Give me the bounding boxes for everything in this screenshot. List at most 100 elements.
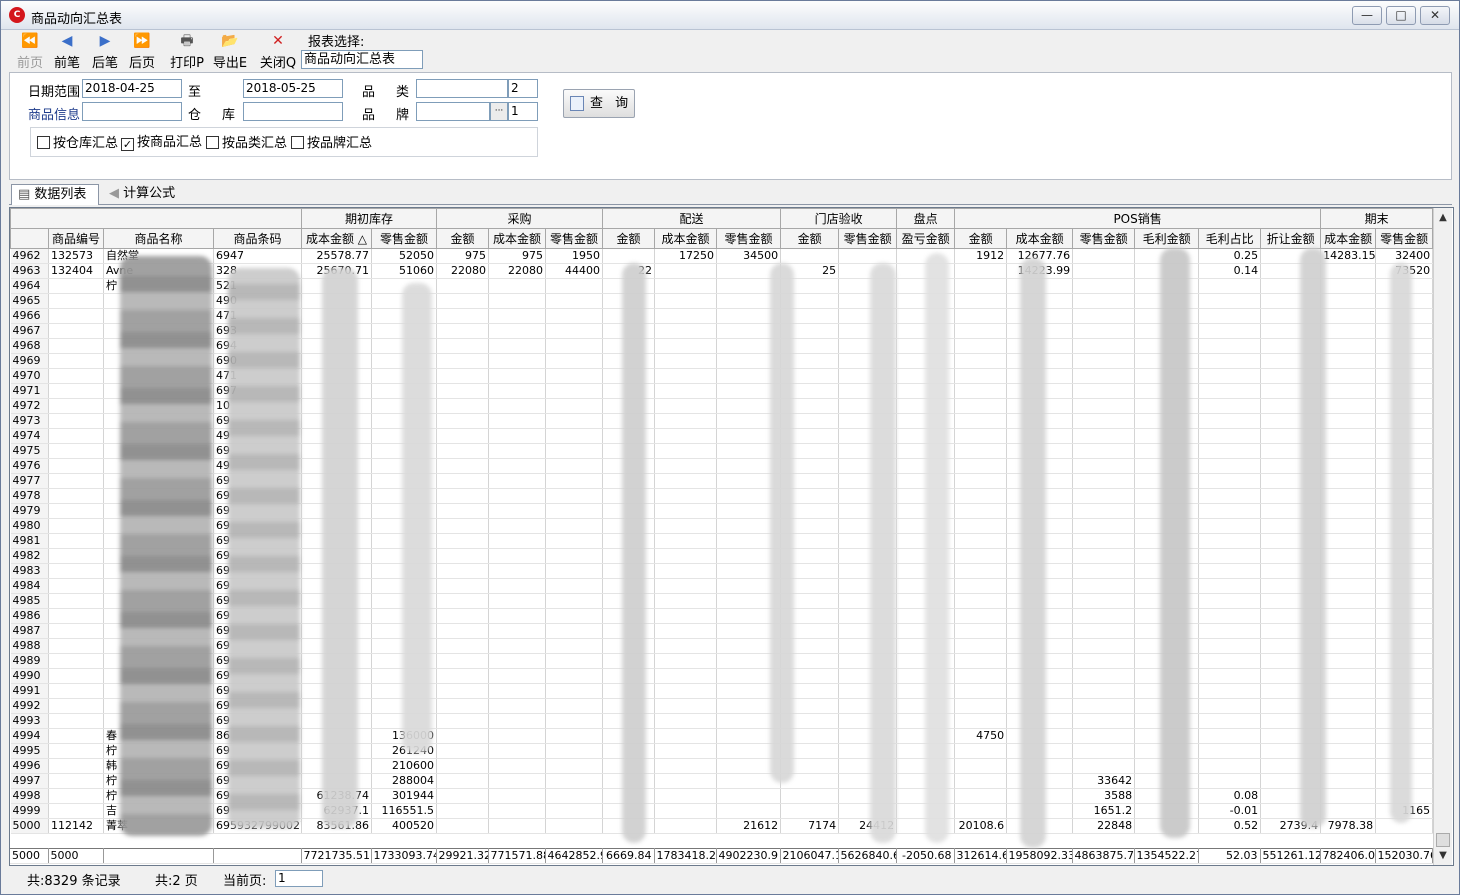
- brand-picker-button[interactable]: ···: [490, 102, 508, 121]
- maximize-button[interactable]: □: [1386, 6, 1416, 25]
- table-row[interactable]: 4970 471: [10, 368, 1434, 384]
- table-row[interactable]: 4987 69: [10, 623, 1434, 639]
- table-row[interactable]: 4991 69: [10, 683, 1434, 699]
- table-row[interactable]: 4981 69: [10, 533, 1434, 549]
- table-row[interactable]: 4993 69: [10, 713, 1434, 729]
- column-header[interactable]: 金额: [780, 228, 840, 249]
- product-info-input[interactable]: [82, 102, 182, 121]
- summary-row[interactable]: 5000 5000 7721735.51 1733093.74 29921.32 7715…: [10, 848, 1433, 864]
- grid-cell: 44400: [545, 263, 604, 279]
- column-header[interactable]: 金额: [602, 228, 656, 249]
- table-row[interactable]: 5000112142菁萃695932799002783561.864005202…: [10, 818, 1434, 834]
- category-code[interactable]: 2: [508, 79, 538, 98]
- scroll-up-icon[interactable]: ▲: [1434, 210, 1452, 226]
- scroll-thumb[interactable]: [1436, 833, 1450, 847]
- print-button[interactable]: 🖶 打印P: [167, 33, 207, 71]
- table-row[interactable]: 4977 69: [10, 473, 1434, 489]
- table-row[interactable]: 4972 10: [10, 398, 1434, 414]
- table-row[interactable]: 4967 693: [10, 323, 1434, 339]
- export-button[interactable]: 📂 导出E: [210, 33, 250, 71]
- table-row[interactable]: 4982 69: [10, 548, 1434, 564]
- grid-cell: 400520: [371, 818, 438, 834]
- current-page-input[interactable]: 1: [275, 870, 323, 887]
- scroll-down-icon[interactable]: ▼: [1434, 848, 1452, 864]
- column-header[interactable]: 盈亏金额: [896, 228, 956, 249]
- column-header[interactable]: 成本金额: [1006, 228, 1074, 249]
- table-row[interactable]: 4971 697: [10, 383, 1434, 399]
- column-header[interactable]: 成本金额: [654, 228, 718, 249]
- grid-cell: [1320, 803, 1377, 819]
- table-row[interactable]: 4976 49: [10, 458, 1434, 474]
- column-header[interactable]: 商品编号: [48, 228, 104, 249]
- report-select[interactable]: 商品动向汇总表: [301, 50, 423, 69]
- column-header[interactable]: 零售金额: [716, 228, 782, 249]
- column-header[interactable]: 成本金额: [1320, 228, 1377, 249]
- grid-cell: [602, 248, 656, 264]
- table-row[interactable]: 4995柠69261240: [10, 743, 1434, 759]
- column-header[interactable]: 零售金额: [1072, 228, 1136, 249]
- close-window-button[interactable]: ✕: [1420, 6, 1450, 25]
- vertical-scrollbar[interactable]: ▲ ▼: [1433, 208, 1452, 865]
- table-row[interactable]: 4988 69: [10, 638, 1434, 654]
- date-from-input[interactable]: 2018-04-25: [82, 79, 182, 98]
- tab-data-list[interactable]: ▤ 数据列表: [11, 184, 99, 205]
- option-by-category[interactable]: 按品类汇总: [206, 136, 287, 152]
- table-row[interactable]: 4989 69: [10, 653, 1434, 669]
- brand-input[interactable]: [416, 102, 490, 121]
- table-row[interactable]: 4962 132573 自然堂 6947 25578.77 52050 975 975 1950…: [10, 248, 1434, 264]
- table-row[interactable]: 4968 694: [10, 338, 1434, 354]
- prev-record-button[interactable]: ◀ 前笔: [47, 33, 87, 71]
- column-header[interactable]: 零售金额: [545, 228, 604, 249]
- table-row[interactable]: 4973 69: [10, 413, 1434, 429]
- table-row[interactable]: 4983 69: [10, 563, 1434, 579]
- table-row[interactable]: 4978 69: [10, 488, 1434, 504]
- query-button[interactable]: 查 询: [563, 89, 635, 118]
- table-row[interactable]: 4997 柠 69 288004 33642: [10, 773, 1434, 789]
- tab-formula[interactable]: ◀ 计算公式: [103, 184, 183, 205]
- table-row[interactable]: 4996 韩 69 210600: [10, 758, 1434, 774]
- column-header[interactable]: 毛利占比: [1198, 228, 1262, 249]
- table-row[interactable]: 4992 69: [10, 698, 1434, 714]
- column-header[interactable]: 成本金额 △: [301, 228, 372, 249]
- column-header[interactable]: 零售金额: [370, 228, 438, 249]
- table-row[interactable]: 4999吉6962937.1116551.51651.2-0.011165: [10, 803, 1434, 819]
- table-row[interactable]: 4963132404Avne32825670.71510602208022080…: [10, 263, 1434, 279]
- column-header[interactable]: 零售金额: [838, 228, 898, 249]
- table-row[interactable]: 4980 69: [10, 518, 1434, 534]
- table-row[interactable]: 4969 690: [10, 353, 1434, 369]
- column-header[interactable]: 折让金额: [1260, 228, 1322, 249]
- brand-code[interactable]: 1: [508, 102, 538, 121]
- minimize-button[interactable]: —: [1352, 6, 1382, 25]
- column-header[interactable]: 商品名称: [103, 228, 214, 249]
- option-by-warehouse[interactable]: 按仓库汇总: [37, 136, 118, 152]
- table-row[interactable]: 4964 柠 521: [10, 278, 1434, 294]
- column-header[interactable]: [10, 228, 49, 249]
- table-row[interactable]: 4965 490: [10, 293, 1434, 309]
- option-by-brand[interactable]: 按品牌汇总: [291, 136, 372, 152]
- warehouse-input[interactable]: [243, 102, 343, 121]
- column-header[interactable]: 金额: [436, 228, 490, 249]
- close-button[interactable]: ✕ 关闭Q: [258, 33, 298, 71]
- column-header[interactable]: 商品条码: [213, 228, 302, 249]
- option-by-product[interactable]: ✓ 按商品汇总: [121, 136, 202, 152]
- column-header[interactable]: 金额: [954, 228, 1008, 249]
- last-page-button[interactable]: ⏩ 后页: [122, 33, 162, 71]
- table-row[interactable]: 4984 69: [10, 578, 1434, 594]
- date-to-input[interactable]: 2018-05-25: [243, 79, 343, 98]
- column-header[interactable]: 零售金额: [1375, 228, 1434, 249]
- table-row[interactable]: 4966 471: [10, 308, 1434, 324]
- column-header[interactable]: 毛利金额: [1134, 228, 1200, 249]
- table-row[interactable]: 4998柠6961238.7430194435880.08: [10, 788, 1434, 804]
- grid-cell: 4902230.9: [716, 848, 781, 864]
- next-record-button[interactable]: ▶ 后笔: [85, 33, 125, 71]
- table-row[interactable]: 4994春861360004750: [10, 728, 1434, 744]
- category-input[interactable]: [416, 79, 508, 98]
- table-row[interactable]: 4975 69: [10, 443, 1434, 459]
- table-row[interactable]: 4990 69: [10, 668, 1434, 684]
- first-page-button[interactable]: ⏪ 前页: [10, 33, 50, 71]
- column-header[interactable]: 成本金额: [488, 228, 547, 249]
- table-row[interactable]: 4985 69: [10, 593, 1434, 609]
- table-row[interactable]: 4986 69: [10, 608, 1434, 624]
- table-row[interactable]: 4979 69: [10, 503, 1434, 519]
- table-row[interactable]: 4974 49: [10, 428, 1434, 444]
